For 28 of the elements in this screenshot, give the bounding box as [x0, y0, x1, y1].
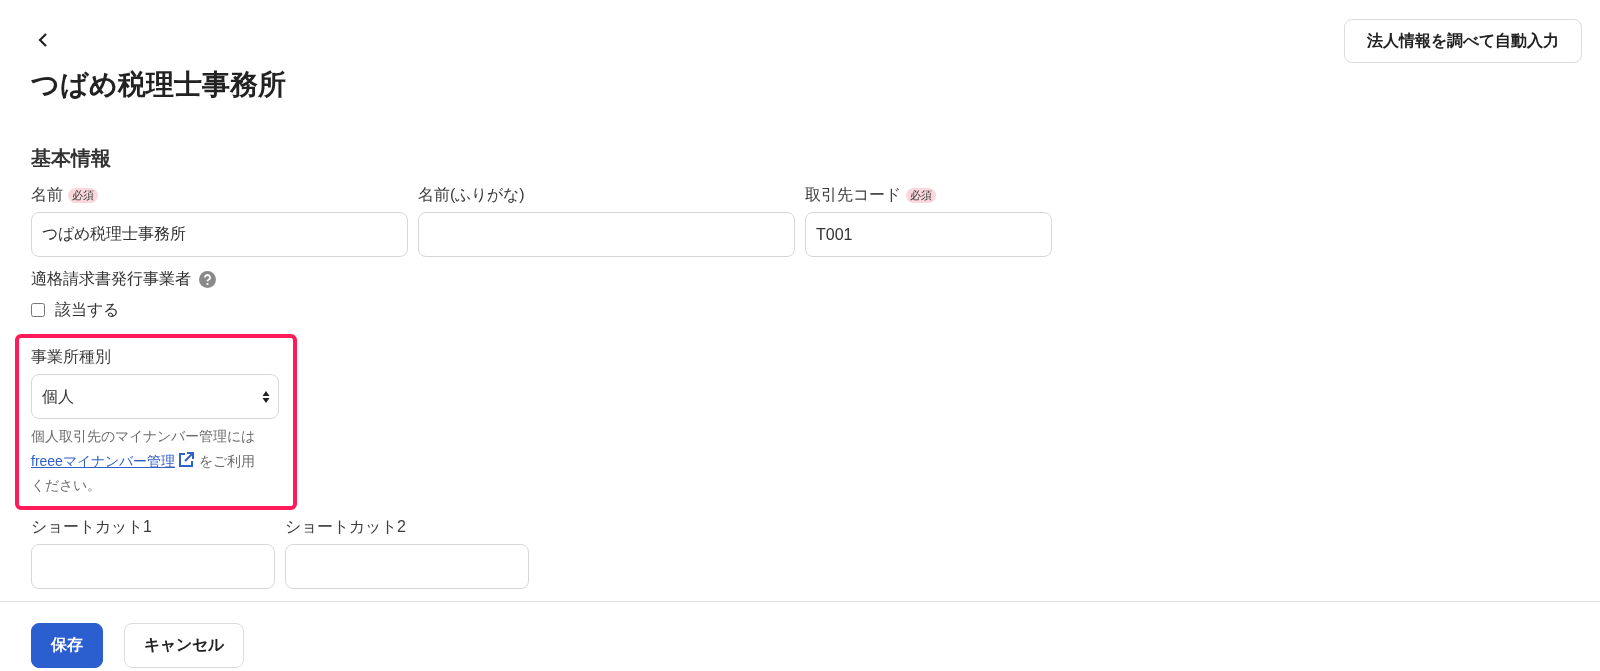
external-link-icon — [176, 450, 195, 469]
field-label: 適格請求書発行事業者 — [31, 269, 191, 290]
section-heading: 基本情報 — [31, 148, 112, 169]
chevron-left-icon — [37, 32, 49, 48]
autofill-button[interactable]: 法人情報を調べて自動入力 — [1344, 19, 1582, 63]
field-label: 名前 — [31, 187, 63, 204]
input-field[interactable] — [418, 212, 795, 258]
checkbox[interactable] — [31, 303, 45, 318]
save-button[interactable]: 保存 — [31, 622, 103, 668]
input-field[interactable]: T001 — [805, 212, 1052, 258]
field-label: 名前(ふりがな) — [418, 187, 525, 204]
checkbox-label: 該当する — [55, 300, 119, 321]
external-link[interactable]: freeeマイナンバー管理 — [31, 452, 195, 469]
help-text: 個人取引先のマイナンバー管理には freeeマイナンバー管理 をご利用ください。 — [31, 427, 256, 496]
cancel-button[interactable]: キャンセル — [124, 622, 244, 668]
field-label: 事業所種別 — [31, 349, 111, 366]
page-title: つばめ税理士事務所 — [31, 68, 287, 102]
sort-arrows-icon — [262, 389, 270, 404]
help-icon[interactable] — [199, 270, 216, 288]
field-label: 取引先コード — [805, 187, 901, 204]
field-label: ショートカット1 — [31, 518, 152, 535]
field-label: ショートカット2 — [285, 518, 406, 535]
input-field[interactable] — [31, 543, 275, 589]
select-field[interactable]: 個人 — [31, 374, 279, 420]
required-badge: 必須 — [906, 187, 936, 203]
input-field[interactable]: つばめ税理士事務所 — [31, 212, 408, 258]
input-field[interactable] — [285, 543, 529, 589]
required-badge: 必須 — [68, 187, 98, 203]
